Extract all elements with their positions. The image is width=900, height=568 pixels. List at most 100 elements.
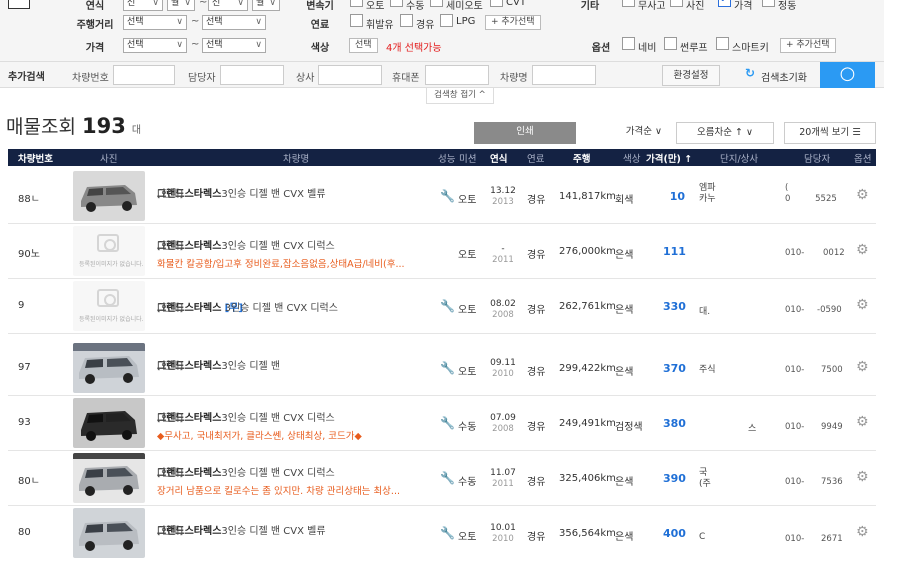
plate-number: 80ㄴ	[18, 476, 40, 487]
price-from-select[interactable]: 선택 ∨	[123, 38, 187, 53]
page-size-select[interactable]: 20개씩 보기 ☰	[784, 122, 876, 144]
refresh-icon[interactable]: ↻	[745, 66, 755, 80]
manager-input[interactable]	[220, 65, 284, 85]
car-name[interactable]: [현대] 그랜드스타렉스 3인승 디젤 밴 CVX 디럭스	[157, 464, 335, 479]
price-to-select[interactable]: 선택 ∨	[202, 38, 266, 53]
fuel-gasoline-checkbox[interactable]	[350, 14, 363, 27]
gear-icon[interactable]: ⚙	[856, 524, 869, 540]
fold-search-button[interactable]: 검색창 접기 ^	[426, 88, 494, 104]
privacy-mask	[708, 293, 778, 309]
mileage: 276,000km	[559, 246, 616, 257]
filter-label-price: 가격	[85, 43, 105, 54]
carname-input[interactable]	[532, 65, 596, 85]
car-name[interactable]: [현대] 그랜드스타렉스 3인승 디젤 밴 CVX 디럭스	[157, 237, 335, 252]
gear-icon[interactable]: ⚙	[856, 297, 869, 313]
year: 07.09 2008	[490, 413, 516, 434]
filter-label-option: 옵션	[591, 43, 611, 54]
sort-order-select[interactable]: 오름차순 ↑ ∨	[676, 122, 774, 144]
transmission: 오토	[458, 250, 477, 261]
table-row[interactable]: 80ㄴ [현대] 그랜드스타렉스 3인승 디젤 밴 CVX 디럭스 장거리 남품…	[8, 451, 876, 506]
etc-price-checkbox[interactable]	[718, 0, 731, 7]
km-from-select[interactable]: 선택 ∨	[123, 15, 187, 30]
price: 400	[663, 527, 686, 540]
car-photo[interactable]	[73, 171, 145, 221]
wrench-icon[interactable]: 🔧	[440, 526, 455, 540]
year-from-select[interactable]: 선 ∨	[123, 0, 163, 11]
table-row[interactable]: 97 [현대] 그랜드스타렉스 3인승 디젤 밴 🔧 오토 09.11 2010 …	[8, 341, 876, 396]
wrench-icon[interactable]: 🔧	[440, 416, 455, 430]
fuel-lpg-label: LPG	[456, 16, 476, 27]
car-photo[interactable]	[73, 508, 145, 558]
car-name[interactable]: [현대] 그랜드스타렉스 3인승 디젤 밴 CVX 디럭스	[157, 409, 335, 424]
sort-field-select[interactable]: 가격순 ∨	[588, 122, 668, 144]
wrench-icon[interactable]: 🔧	[440, 189, 455, 203]
manager: (0 5525	[785, 183, 837, 204]
wrench-icon[interactable]: 🔧	[440, 361, 455, 375]
print-button[interactable]: 인쇄	[474, 122, 576, 144]
transmission: 수동	[458, 422, 477, 433]
wrench-icon[interactable]: 🔧	[440, 299, 455, 313]
trans-semi-checkbox[interactable]	[430, 0, 443, 7]
month-from-select[interactable]: 월 ∨	[167, 0, 195, 11]
gear-icon[interactable]: ⚙	[856, 187, 869, 203]
gear-icon[interactable]: ⚙	[856, 414, 869, 430]
col-mileage[interactable]: 주행	[573, 151, 590, 165]
car-photo[interactable]	[73, 453, 145, 503]
gear-icon[interactable]: ⚙	[856, 469, 869, 485]
car-photo[interactable]	[73, 343, 145, 393]
wrench-icon[interactable]: 🔧	[440, 471, 455, 485]
filter-label-etc: 기타	[580, 1, 600, 12]
price: 390	[663, 472, 686, 485]
plate-input[interactable]	[113, 65, 175, 85]
color-select-button[interactable]: 선택	[349, 38, 378, 53]
etc-jeongdong-checkbox[interactable]	[762, 0, 775, 7]
phone-input[interactable]	[425, 65, 489, 85]
search-button[interactable]: ○	[820, 62, 875, 88]
mileage: 141,817km	[559, 191, 616, 202]
fuel-lpg-checkbox[interactable]	[440, 14, 453, 27]
table-row[interactable]: 80 [현대] 그랜드스타렉스 3인승 디젤 밴 CVX 벨류 🔧 오토 10.…	[8, 506, 876, 561]
etc-price-label: 가격	[734, 1, 753, 12]
km-to-select[interactable]: 선택 ∨	[202, 15, 266, 30]
col-carname[interactable]: 차량명	[283, 151, 309, 165]
car-name[interactable]: [현대] 그랜드스타렉스 3인승 디젤 밴 CVX 벨류	[157, 185, 326, 200]
col-year[interactable]: 연식	[490, 151, 507, 165]
trans-cvt-checkbox[interactable]	[490, 0, 503, 7]
car-photo[interactable]	[73, 398, 145, 448]
range-tilde: ~	[191, 39, 200, 50]
trans-manual-checkbox[interactable]	[390, 0, 403, 7]
etc-noaccident-checkbox[interactable]	[622, 0, 635, 7]
table-row[interactable]: 93 [현대] 그랜드스타렉스 3인승 디젤 밴 CVX 디럭스 ◆무사고, 국…	[8, 396, 876, 451]
fuel-add-button[interactable]: + 추가선택	[485, 15, 541, 30]
select-all-checkbox[interactable]	[8, 0, 30, 9]
table-row[interactable]: 90노 등록된이미지가 없습니다. [현대] 그랜드스타렉스 3인승 디젤 밴 …	[8, 224, 876, 279]
opt-navi-checkbox[interactable]	[622, 37, 635, 50]
opt-smartkey-checkbox[interactable]	[716, 37, 729, 50]
car-name[interactable]: [현대] 그랜드스타렉스 3인승 디젤 밴 CVX 벨류	[157, 522, 326, 537]
car-color: 은색	[615, 305, 634, 316]
year-to-select[interactable]: 선 ∨	[208, 0, 248, 11]
etc-photo-checkbox[interactable]	[670, 0, 683, 7]
month-to-select[interactable]: 월 ∨	[252, 0, 280, 11]
car-color: 검정색	[615, 422, 643, 433]
car-name[interactable]: [현대] 그랜드스타렉스 3인승 디젤 밴	[157, 357, 280, 372]
settings-button[interactable]: 환경설정	[662, 65, 720, 86]
table-row[interactable]: 88ㄴ [현대] 그랜드스타렉스 3인승 디젤 밴 CVX 벨류 🔧 오토 13…	[8, 169, 876, 224]
col-price[interactable]: 가격(만) ↑	[646, 151, 692, 165]
privacy-mask	[720, 179, 760, 209]
gear-icon[interactable]: ⚙	[856, 359, 869, 375]
mileage: 356,564km	[559, 528, 616, 539]
opt-sunroof-checkbox[interactable]	[664, 37, 677, 50]
col-plate[interactable]: 차량번호	[18, 151, 53, 165]
car-name[interactable]: [현대] 그랜드스타렉스 3인승 디젤 밴 CVX 디럭스 [무]	[157, 299, 338, 314]
option-add-button[interactable]: + 추가선택	[780, 38, 836, 53]
price: 10	[669, 190, 685, 203]
reset-search-button[interactable]: 검색초기화	[761, 69, 807, 84]
company-input[interactable]	[318, 65, 382, 85]
gear-icon[interactable]: ⚙	[856, 242, 869, 258]
table-row[interactable]: 9 등록된이미지가 없습니다. [현대] 그랜드스타렉스 3인승 디젤 밴 CV…	[8, 279, 876, 334]
plate-number: 90노	[18, 249, 40, 260]
etc-jeongdong-label: 정동	[778, 1, 797, 12]
trans-auto-checkbox[interactable]	[350, 0, 363, 7]
fuel-diesel-checkbox[interactable]	[400, 14, 413, 27]
